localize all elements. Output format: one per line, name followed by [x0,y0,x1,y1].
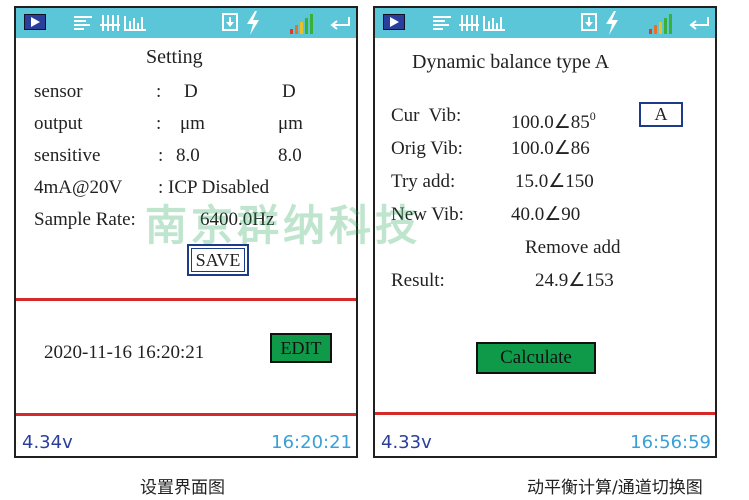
caption-right: 动平衡计算/通道切换图 [527,478,703,498]
icp-value[interactable]: : ICP Disabled [158,177,269,199]
download-icon[interactable] [581,13,597,31]
page-title: Setting [146,46,203,68]
sensitive-sep: : [158,145,164,166]
output-sep: : [156,113,162,134]
calculate-button[interactable]: Calculate [476,342,596,374]
lightning-icon [605,11,619,35]
output-label: output [34,113,83,134]
channel-a-button[interactable]: A [639,102,683,127]
output-value-ch2[interactable]: μm [278,113,303,135]
cur-vib-value: 100.0∠850 [511,109,596,133]
waveform-icon[interactable] [459,15,479,31]
try-add-value[interactable]: 15.0∠150 [515,171,594,193]
sample-rate-value[interactable]: 6400.0Hz [200,209,274,231]
degree-mark: 0 [589,109,596,123]
divider-bottom [16,413,356,416]
new-vib-value[interactable]: 40.0∠90 [511,204,580,226]
sample-rate-label: Sample Rate: [34,209,136,230]
output-value-ch1[interactable]: μm [180,113,205,135]
sensor-sep: : [156,81,162,102]
clock-display: 16:20:21 [271,432,352,453]
sensitive-label: sensitive [34,145,101,166]
orig-vib-value[interactable]: 100.0∠86 [511,138,590,160]
signal-strength-icon [649,14,677,34]
datetime-display: 2020-11-16 16:20:21 [44,342,205,363]
enter-return-icon[interactable] [329,16,351,30]
spectrum-bars-icon[interactable] [483,16,505,31]
waveform-icon[interactable] [100,15,120,31]
battery-voltage: 4.33v [381,432,432,453]
divider-top [16,298,356,301]
setting-screen: Setting sensor : D D output : μm μm sens… [14,6,358,458]
download-icon[interactable] [222,13,238,31]
sensitive-value-ch2[interactable]: 8.0 [278,145,302,167]
remove-add-option[interactable]: Remove add [525,237,621,259]
sensitive-value-ch1[interactable]: 8.0 [176,145,200,167]
new-vib-label: New Vib: [391,204,464,225]
orig-vib-label: Orig Vib: [391,138,463,159]
divider-bottom [375,412,715,415]
caption-left: 设置界面图 [140,478,225,498]
status-toolbar [375,8,715,38]
signal-strength-icon [290,14,318,34]
clock-display: 16:56:59 [630,432,711,453]
result-label: Result: [391,270,445,291]
battery-voltage: 4.34v [22,432,73,453]
dynamic-balance-screen: Dynamic balance type A Cur Vib: 100.0∠85… [373,6,717,458]
result-value: 24.9∠153 [535,270,614,291]
status-toolbar [16,8,356,38]
cur-vib-label: Cur Vib: [391,105,462,126]
sensor-label: sensor [34,81,83,102]
sensor-value-ch1[interactable]: D [184,81,198,103]
play-icon[interactable] [383,14,405,30]
icp-label: 4mA@20V [34,177,123,198]
spectrum-bars-icon[interactable] [124,16,146,31]
enter-return-icon[interactable] [688,16,710,30]
page-title: Dynamic balance type A [412,51,610,73]
edit-button[interactable]: EDIT [270,333,332,363]
try-add-label: Try add: [391,171,456,192]
save-button[interactable]: SAVE [187,244,249,276]
lightning-icon [246,11,260,35]
list-icon[interactable] [433,16,451,30]
list-icon[interactable] [74,16,92,30]
play-icon[interactable] [24,14,46,30]
sensor-value-ch2[interactable]: D [282,81,296,103]
